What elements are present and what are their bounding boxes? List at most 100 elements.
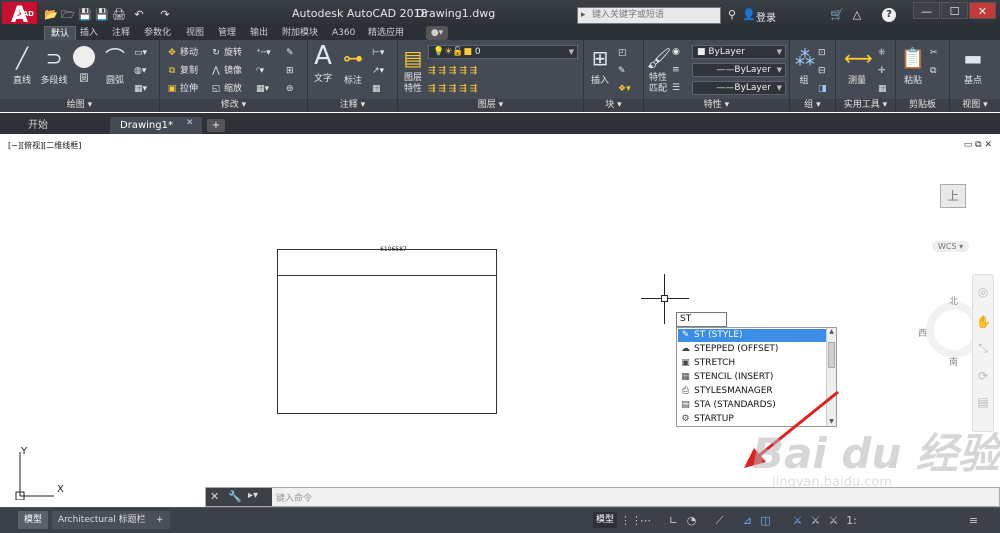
group-select-icon[interactable]: ◨ bbox=[818, 82, 827, 96]
annotation-scale-icon[interactable]: ⚔ bbox=[826, 513, 841, 528]
erase-icon[interactable]: ✎ bbox=[286, 46, 294, 60]
layer-tools-row2-icon[interactable]: ⇶ ⇶ ⇶ ⇶ ⇶ bbox=[428, 82, 477, 96]
point-icon[interactable]: ✛ bbox=[878, 64, 886, 78]
binoculars-icon[interactable]: ⚲ bbox=[725, 8, 739, 22]
drawn-rectangle[interactable] bbox=[277, 249, 497, 414]
color-wheel-icon[interactable]: ◉ bbox=[672, 45, 680, 59]
hatch-icon[interactable]: ◍▾ bbox=[134, 64, 146, 78]
layer-combo[interactable]: 💡☀🔓■ 0 bbox=[428, 45, 578, 59]
save-as-icon[interactable]: 💾 bbox=[95, 8, 109, 22]
ungroup-icon[interactable]: ⊡ bbox=[818, 46, 826, 60]
table-icon[interactable]: ▦ bbox=[372, 82, 381, 96]
panel-properties-title[interactable]: 特性 ▾ bbox=[644, 99, 789, 112]
add-layout-button[interactable]: + bbox=[150, 511, 170, 529]
annotation-visibility-icon[interactable]: ⚔ bbox=[790, 513, 805, 528]
search-input[interactable]: 键入关键字或短语 bbox=[577, 7, 721, 24]
copy-clip-icon[interactable]: ⧉ bbox=[930, 64, 936, 78]
mirror-button[interactable]: ⋀ 镜像 bbox=[210, 64, 242, 78]
recent-commands-icon[interactable]: ▸▾ bbox=[248, 490, 258, 501]
autocomplete-item[interactable]: ✎ ST (STYLE) bbox=[678, 329, 826, 342]
object-snap-icon[interactable]: ⊿ bbox=[740, 513, 755, 528]
circle-button[interactable]: 圆 bbox=[70, 46, 98, 84]
lineweight-icon[interactable]: ☰ bbox=[672, 81, 680, 95]
snap-icon[interactable]: ⋯ bbox=[638, 513, 653, 528]
cut-icon[interactable]: ✂ bbox=[930, 46, 938, 60]
calculator-icon[interactable]: ▦ bbox=[878, 82, 887, 96]
rectangle-icon[interactable]: ▭▾ bbox=[134, 46, 147, 60]
tab-home[interactable]: 默认 bbox=[44, 26, 76, 40]
layer-tools-row1-icon[interactable]: ⇶ ⇶ ⇶ ⇶ ⇶ bbox=[428, 64, 477, 78]
orbit-icon[interactable]: ⟳ bbox=[976, 369, 990, 383]
isodraft-icon[interactable]: ⟋ bbox=[712, 513, 727, 528]
save-icon[interactable]: 💾 bbox=[78, 8, 92, 22]
cart-icon[interactable]: 🛒 bbox=[830, 8, 844, 22]
panel-annotation-title[interactable]: 注释 ▾ bbox=[308, 99, 397, 112]
tab-addins[interactable]: 附加模块 bbox=[282, 26, 318, 40]
tab-view[interactable]: 视图 bbox=[186, 26, 204, 40]
drawing-canvas[interactable]: [−][俯视][二维线框] ▭ ⧉ ✕ 6106587 ST ✎ ST (STYL… bbox=[0, 134, 1000, 507]
undo-icon[interactable]: ↶ bbox=[132, 8, 146, 22]
group-edit-icon[interactable]: ⊟ bbox=[818, 64, 826, 78]
zoom-extents-icon[interactable]: ⤡ bbox=[976, 341, 990, 355]
polar-icon[interactable]: ◔ bbox=[684, 513, 699, 528]
measure-button[interactable]: ⟷ 测量 bbox=[840, 46, 874, 86]
explode-icon[interactable]: ⊞ bbox=[286, 64, 294, 78]
tab-a360[interactable]: A360 bbox=[332, 26, 355, 40]
tab-manage[interactable]: 管理 bbox=[218, 26, 236, 40]
array-icon[interactable]: ▦▾ bbox=[256, 82, 269, 96]
linetype-combo[interactable]: ——ByLayer bbox=[692, 63, 786, 77]
leader-icon[interactable]: ↗▾ bbox=[372, 64, 384, 78]
panel-clipboard-title[interactable]: 剪贴板 bbox=[896, 99, 949, 112]
linear-dim-icon[interactable]: ⊢▾ bbox=[372, 46, 384, 60]
rotate-button[interactable]: ↻ 旋转 bbox=[210, 46, 242, 60]
group-button[interactable]: ⁂ 组 bbox=[792, 46, 816, 86]
attribute-icon[interactable]: ❖▾ bbox=[618, 82, 631, 96]
osnap-tracking-icon[interactable]: ◫ bbox=[758, 513, 773, 528]
quick-select-icon[interactable]: ⁜ bbox=[878, 46, 886, 60]
pan-hand-icon[interactable]: ✋ bbox=[976, 315, 991, 329]
gradient-icon[interactable]: ▦▾ bbox=[134, 82, 147, 96]
viewport-controls-label[interactable]: [−][俯视][二维线框] bbox=[8, 140, 81, 151]
layer-properties-button[interactable]: ▤ 图层 特性 bbox=[400, 46, 426, 95]
tab-model[interactable]: 模型 bbox=[18, 511, 49, 529]
new-tab-button[interactable]: + bbox=[207, 119, 225, 132]
wcs-menu[interactable]: WCS ▾ bbox=[932, 241, 970, 252]
redo-icon[interactable]: ↷ bbox=[158, 8, 172, 22]
tab-featured-apps[interactable]: 精选应用 bbox=[368, 26, 404, 40]
lineweight-combo[interactable]: ——ByLayer bbox=[692, 81, 786, 95]
tab-options-icon[interactable]: ●▾ bbox=[426, 26, 448, 40]
autocomplete-item[interactable]: ☁ STEPPED (OFFSET) bbox=[678, 343, 826, 356]
user-icon[interactable]: 👤 bbox=[742, 8, 756, 22]
offset-icon[interactable]: ⊜ bbox=[286, 82, 294, 96]
fillet-icon[interactable]: ◜▾ bbox=[256, 64, 264, 78]
arc-button[interactable]: ⌒ 圆弧 bbox=[100, 46, 130, 86]
linetype-icon[interactable]: ≡ bbox=[672, 63, 680, 77]
close-button[interactable]: ✕ bbox=[969, 2, 996, 19]
stretch-button[interactable]: ▣ 拉伸 bbox=[166, 82, 198, 96]
dimension-button[interactable]: ⊶ 标注 bbox=[338, 46, 368, 86]
drawing-text[interactable]: 6106587 bbox=[380, 246, 407, 253]
tab-start[interactable]: 开始 bbox=[18, 117, 108, 134]
tab-insert[interactable]: 插入 bbox=[80, 26, 98, 40]
tab-layout[interactable]: Architectural 标题栏 bbox=[52, 511, 152, 529]
open-file-icon[interactable]: 🗁 bbox=[61, 8, 75, 22]
base-view-button[interactable]: ▬ 基点 bbox=[958, 46, 988, 86]
panel-layers-title[interactable]: 图层 ▾ bbox=[398, 99, 583, 112]
panel-block-title[interactable]: 块 ▾ bbox=[584, 99, 643, 112]
showmotion-icon[interactable]: ▤ bbox=[976, 395, 990, 409]
model-space-toggle[interactable]: 模型 bbox=[593, 512, 618, 528]
trim-icon[interactable]: ⁺╌▾ bbox=[256, 46, 271, 60]
print-icon[interactable]: 🖨 bbox=[112, 8, 126, 22]
drawn-line[interactable] bbox=[277, 275, 497, 276]
panel-draw-title[interactable]: 绘图 ▾ bbox=[0, 99, 159, 112]
grid-icon[interactable]: ⋮⋮ bbox=[620, 513, 642, 528]
command-input[interactable]: 键入命令 bbox=[276, 491, 312, 504]
line-button[interactable]: ╱ 直线 bbox=[6, 46, 38, 86]
polyline-button[interactable]: ⊃ 多段线 bbox=[36, 46, 72, 86]
annotation-scale-value[interactable]: 1: bbox=[844, 513, 859, 528]
panel-utilities-title[interactable]: 实用工具 ▾ bbox=[836, 99, 895, 112]
match-properties-button[interactable]: 🖌 特性 匹配 bbox=[646, 46, 671, 95]
edit-block-icon[interactable]: ✎ bbox=[618, 64, 626, 78]
tab-output[interactable]: 输出 bbox=[250, 26, 268, 40]
new-file-icon[interactable]: 📂 bbox=[44, 8, 58, 22]
